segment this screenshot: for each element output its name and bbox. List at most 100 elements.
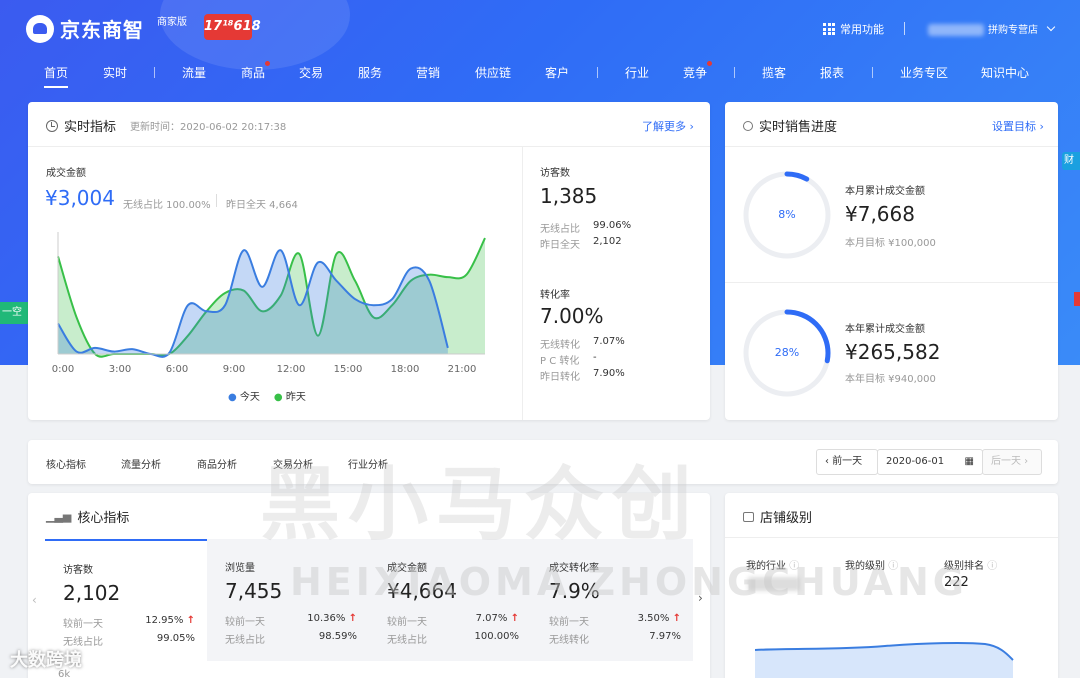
x-tick-label: 9:00 (223, 364, 245, 375)
divider (725, 282, 1058, 283)
nav-industry[interactable]: 行业 (625, 64, 649, 81)
nav-competition[interactable]: 竞争 (683, 61, 713, 81)
logo[interactable]: 京东商智 (26, 14, 144, 43)
metric-change: 较前一天 3.50% ↑ (549, 613, 681, 628)
core-metrics-title: 核心指标 (77, 511, 130, 526)
prev-day-button[interactable]: ‹ 前一天 (816, 449, 878, 475)
metric-change: 较前一天 10.36% ↑ (225, 613, 357, 628)
conv-yesterday-value: 7.90% (593, 368, 625, 379)
date-picker[interactable]: 2020-06-01 ▦ (877, 449, 983, 475)
card-title: 店铺级别 (743, 507, 812, 526)
divider (725, 146, 1058, 147)
learn-more-link[interactable]: 了解更多 › (642, 118, 694, 134)
help-icon[interactable]: ⓘ (789, 561, 799, 572)
change-label: 较前一天 (387, 617, 427, 628)
visitors-yesterday-label: 昨日全天 (540, 240, 580, 251)
date-value: 2020-06-01 (886, 456, 945, 467)
side-float-tab[interactable]: 财 (1062, 152, 1080, 170)
nav-trade[interactable]: 交易 (299, 64, 323, 81)
nav-business-zone[interactable]: 业务专区 (900, 64, 948, 81)
nav-report[interactable]: 报表 (820, 64, 844, 81)
metric-conversion[interactable]: 成交转化率 7.9% 较前一天 3.50% ↑ 无线转化 7.97% (531, 539, 693, 661)
edition-label: 商家版 (157, 17, 187, 28)
conv-pc-value: - (593, 352, 597, 363)
store-switcher[interactable]: 拼购专营店 (988, 21, 1056, 36)
nav-attract[interactable]: 揽客 (762, 64, 786, 81)
notification-dot (265, 61, 271, 66)
nav-product-label: 商品 (241, 66, 266, 80)
help-icon[interactable]: ⓘ (987, 561, 997, 572)
jd-logo-icon (26, 14, 54, 43)
divider (216, 194, 217, 207)
set-target-link[interactable]: 设置目标 › (992, 118, 1044, 134)
visitors-yesterday-value: 2,102 (593, 236, 622, 247)
conv-yesterday-label: 昨日转化 (540, 372, 580, 383)
metric-ratio: 无线占比 98.59% (225, 631, 357, 646)
industry-value-blurred (748, 577, 800, 591)
ratio-value: 100.00% (474, 631, 520, 642)
side-float-tab-left[interactable]: 一空 (0, 302, 28, 324)
nav-home[interactable]: 首页 (44, 64, 69, 88)
metric-value: 7,455 (225, 579, 283, 603)
arrow-up-icon: ↑ (348, 613, 357, 624)
scroll-left-icon[interactable]: ‹ (32, 593, 37, 607)
promo-badge[interactable]: 17¹⁸618 (204, 14, 261, 40)
rank-label: 级别排名 ⓘ (944, 557, 997, 572)
calendar-icon: ▦ (964, 456, 974, 467)
tab-trade-analysis[interactable]: 交易分析 (273, 456, 313, 471)
metric-change: 较前一天 12.95% ↑ (63, 615, 195, 630)
bar-chart-icon: ▁▃▅ (46, 510, 72, 523)
card-title: ▁▃▅ 核心指标 (46, 507, 129, 526)
top-bar: 京东商智 商家版 17¹⁸618 常用功能 拼购专营店 (0, 0, 1080, 56)
nav-realtime[interactable]: 实时 (103, 64, 127, 81)
change-value: 3.50% (637, 613, 670, 624)
metric-visitors[interactable]: 访客数 2,102 较前一天 12.95% ↑ 无线占比 99.05% (45, 539, 207, 661)
realtime-title: 实时指标 (64, 120, 117, 135)
month-target: 本月目标 ¥100,000 (845, 238, 936, 249)
gmv-wireless-ratio: 无线占比 100.00% (123, 200, 211, 211)
change-value: 7.07% (475, 613, 508, 624)
realtime-card: 实时指标 更新时间：2020-06-02 20:17:38 了解更多 › 成交金… (28, 102, 710, 420)
nav-supply-chain[interactable]: 供应链 (475, 64, 511, 81)
ratio-label: 无线占比 (225, 635, 265, 646)
next-day-button[interactable]: 后一天 › (982, 449, 1042, 475)
nav-service[interactable]: 服务 (358, 64, 382, 81)
help-icon[interactable]: ⓘ (888, 561, 898, 572)
user-name-blurred (928, 24, 984, 36)
year-target: 本年目标 ¥940,000 (845, 374, 936, 385)
industry-label-text: 我的行业 (746, 561, 786, 572)
nav-traffic[interactable]: 流量 (182, 64, 206, 81)
store-level-title: 店铺级别 (760, 511, 813, 526)
change-value: 12.95% (145, 615, 184, 626)
x-tick-label: 21:00 (448, 364, 477, 375)
level-area-chart (755, 641, 1014, 678)
store-name: 拼购专营店 (988, 25, 1038, 36)
rank-value: 222 (944, 575, 969, 590)
legend-yesterday[interactable]: ● 昨天 (274, 388, 306, 403)
sales-progress-card: 实时销售进度 设置目标 › 8% 本月累计成交金额 ¥7,668 本月目标 ¥1… (725, 102, 1058, 420)
nav-product[interactable]: 商品 (241, 61, 271, 81)
metric-label: 成交金额 (387, 563, 427, 574)
nav-customer[interactable]: 客户 (545, 64, 569, 81)
legend-today[interactable]: ● 今天 (228, 388, 260, 403)
change-value: 10.36% (307, 613, 346, 624)
side-float-marker[interactable] (1074, 292, 1080, 306)
tab-product-analysis[interactable]: 商品分析 (197, 456, 237, 471)
metric-ratio: 无线占比 100.00% (387, 631, 519, 646)
scroll-right-icon[interactable]: › (698, 591, 703, 605)
metric-pageviews[interactable]: 浏览量 7,455 较前一天 10.36% ↑ 无线占比 98.59% (207, 539, 369, 661)
nav-marketing[interactable]: 营销 (416, 64, 440, 81)
common-functions-button[interactable]: 常用功能 (823, 21, 884, 37)
divider (725, 537, 1058, 538)
x-tick-label: 3:00 (109, 364, 131, 375)
tab-core-metrics[interactable]: 核心指标 (46, 456, 86, 471)
metric-value: ¥4,664 (387, 579, 457, 603)
metric-gmv[interactable]: 成交金额 ¥4,664 较前一天 7.07% ↑ 无线占比 100.00% (369, 539, 531, 661)
tab-industry-analysis[interactable]: 行业分析 (348, 456, 388, 471)
notification-dot (707, 61, 713, 66)
nav-knowledge[interactable]: 知识中心 (981, 64, 1029, 81)
x-tick-label: 6:00 (166, 364, 188, 375)
visitors-wireless-label: 无线占比 (540, 224, 580, 235)
year-label: 本年累计成交金额 (845, 324, 925, 335)
tab-traffic-analysis[interactable]: 流量分析 (121, 456, 161, 471)
